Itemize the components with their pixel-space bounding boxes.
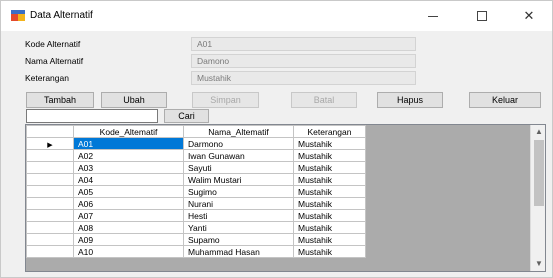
- cell-keterangan[interactable]: Mustahik: [293, 173, 366, 186]
- table-row[interactable]: A06 Nurani Mustahik: [26, 197, 366, 210]
- cell-keterangan[interactable]: Mustahik: [293, 245, 366, 258]
- row-header-corner: [26, 125, 74, 138]
- table-row[interactable]: A04 Walim Mustari Mustahik: [26, 173, 366, 186]
- cell-nama[interactable]: Yanti: [183, 221, 294, 234]
- table-row[interactable]: A07 Hesti Mustahik: [26, 209, 366, 222]
- cell-nama[interactable]: Nurani: [183, 197, 294, 210]
- cell-kode[interactable]: A10: [73, 245, 184, 258]
- table-row[interactable]: A05 Sugimo Mustahik: [26, 185, 366, 198]
- vertical-scrollbar[interactable]: ▲ ▼: [530, 125, 545, 271]
- cell-keterangan[interactable]: Mustahik: [293, 221, 366, 234]
- ubah-button[interactable]: Ubah: [101, 92, 167, 108]
- row-header[interactable]: [26, 173, 74, 186]
- grid-table: Kode_Altematif Nama_Altematif Keterangan…: [26, 125, 366, 258]
- nama-alternatif-label: Nama Alternatif: [25, 56, 84, 66]
- row-header[interactable]: ▶: [26, 137, 74, 150]
- row-header[interactable]: [26, 149, 74, 162]
- cell-nama[interactable]: Darmono: [183, 137, 294, 150]
- table-row[interactable]: A02 Iwan Gunawan Mustahik: [26, 149, 366, 162]
- maximize-button[interactable]: [459, 1, 505, 31]
- row-header[interactable]: [26, 209, 74, 222]
- row-header[interactable]: [26, 233, 74, 246]
- current-row-icon: ▶: [47, 141, 53, 149]
- row-header[interactable]: [26, 185, 74, 198]
- data-grid[interactable]: Kode_Altematif Nama_Altematif Keterangan…: [25, 124, 546, 272]
- minimize-button[interactable]: [410, 1, 456, 31]
- cell-kode[interactable]: A01: [73, 137, 184, 150]
- table-row[interactable]: A08 Yanti Mustahik: [26, 221, 366, 234]
- cell-kode[interactable]: A09: [73, 233, 184, 246]
- cell-nama[interactable]: Sayuti: [183, 161, 294, 174]
- cell-nama[interactable]: Supamo: [183, 233, 294, 246]
- search-input[interactable]: [26, 109, 158, 123]
- maximize-icon: [477, 11, 487, 21]
- hapus-button[interactable]: Hapus: [377, 92, 443, 108]
- scrollbar-thumb[interactable]: [534, 140, 544, 206]
- keterangan-field[interactable]: Mustahik: [191, 71, 416, 85]
- cari-button[interactable]: Cari: [164, 109, 209, 123]
- scroll-up-icon[interactable]: ▲: [531, 125, 545, 139]
- cell-nama[interactable]: Muhammad Hasan: [183, 245, 294, 258]
- cell-keterangan[interactable]: Mustahik: [293, 185, 366, 198]
- table-row[interactable]: A03 Sayuti Mustahik: [26, 161, 366, 174]
- cell-kode[interactable]: A07: [73, 209, 184, 222]
- cell-nama[interactable]: Sugimo: [183, 185, 294, 198]
- cell-kode[interactable]: A04: [73, 173, 184, 186]
- window-title: Data Alternatif: [30, 10, 93, 21]
- column-header-keterangan[interactable]: Keterangan: [293, 125, 366, 138]
- main-window: Data Alternatif ✕ Kode Alternatif A01 Na…: [0, 0, 553, 278]
- table-row[interactable]: A09 Supamo Mustahik: [26, 233, 366, 246]
- tambah-button[interactable]: Tambah: [26, 92, 94, 108]
- cell-keterangan[interactable]: Mustahik: [293, 137, 366, 150]
- cell-keterangan[interactable]: Mustahik: [293, 233, 366, 246]
- cell-kode[interactable]: A02: [73, 149, 184, 162]
- keterangan-label: Keterangan: [25, 73, 69, 83]
- row-header[interactable]: [26, 221, 74, 234]
- cell-kode[interactable]: A06: [73, 197, 184, 210]
- cell-nama[interactable]: Hesti: [183, 209, 294, 222]
- cell-nama[interactable]: Walim Mustari: [183, 173, 294, 186]
- table-row[interactable]: ▶ A01 Darmono Mustahik: [26, 137, 366, 150]
- kode-alternatif-field[interactable]: A01: [191, 37, 416, 51]
- batal-button[interactable]: Batal: [291, 92, 357, 108]
- cell-kode[interactable]: A03: [73, 161, 184, 174]
- title-bar[interactable]: Data Alternatif ✕: [1, 1, 552, 31]
- cell-keterangan[interactable]: Mustahik: [293, 209, 366, 222]
- row-header[interactable]: [26, 197, 74, 210]
- row-header[interactable]: [26, 245, 74, 258]
- column-header-nama[interactable]: Nama_Altematif: [183, 125, 294, 138]
- cell-keterangan[interactable]: Mustahik: [293, 161, 366, 174]
- cell-keterangan[interactable]: Mustahik: [293, 197, 366, 210]
- nama-alternatif-field[interactable]: Damono: [191, 54, 416, 68]
- minimize-icon: [428, 16, 438, 17]
- app-icon: [11, 10, 25, 21]
- cell-kode[interactable]: A05: [73, 185, 184, 198]
- kode-alternatif-label: Kode Alternatif: [25, 39, 81, 49]
- row-header[interactable]: [26, 161, 74, 174]
- close-button[interactable]: ✕: [506, 1, 552, 31]
- table-row[interactable]: A10 Muhammad Hasan Mustahik: [26, 245, 366, 258]
- cell-kode[interactable]: A08: [73, 221, 184, 234]
- simpan-button[interactable]: Simpan: [192, 92, 259, 108]
- keluar-button[interactable]: Keluar: [469, 92, 541, 108]
- scroll-down-icon[interactable]: ▼: [531, 257, 545, 271]
- column-header-kode[interactable]: Kode_Altematif: [73, 125, 184, 138]
- cell-nama[interactable]: Iwan Gunawan: [183, 149, 294, 162]
- cell-keterangan[interactable]: Mustahik: [293, 149, 366, 162]
